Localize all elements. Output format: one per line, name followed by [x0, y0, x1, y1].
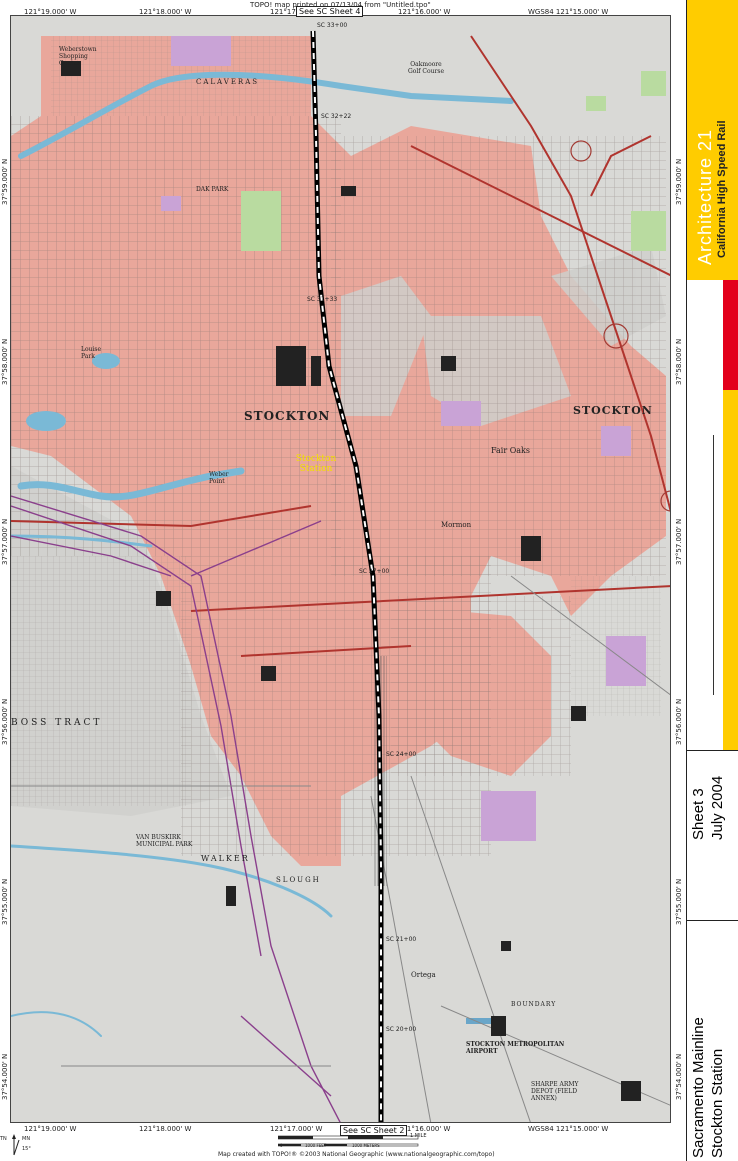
coord-left-1: 37°59.000' N	[1, 158, 9, 205]
label-ortega: Ortega	[411, 971, 436, 979]
coord-left-2: 37°58.000' N	[1, 338, 9, 385]
label-airport: STOCKTON METROPOLITAN AIRPORT	[466, 1041, 565, 1055]
label-walker: WALKER	[201, 854, 250, 863]
label-shopping: Weberstown Shopping Center	[59, 46, 97, 67]
label-calaveras: CALAVERAS	[196, 78, 260, 86]
label-city-east: STOCKTON	[573, 404, 653, 417]
coord-right-6: 37°54.000' N	[675, 1053, 683, 1100]
coord-right-4: 37°56.000' N	[675, 698, 683, 745]
coord-left-4: 37°56.000' N	[1, 698, 9, 745]
label-station: Stockton Station	[295, 454, 337, 474]
label-boundary: BOUNDARY	[511, 1001, 557, 1008]
label-slough: SLOUGH	[276, 876, 321, 884]
scale-zero: 0	[280, 1143, 283, 1148]
coord-right-1: 37°59.000' N	[675, 158, 683, 205]
accent-red-stripe	[723, 280, 738, 390]
brand-architecture: Architecture 21	[695, 128, 715, 265]
station-marker: SC 21+00	[386, 936, 417, 943]
label-oakmoore: Oakmoore Golf Course	[407, 61, 445, 75]
title-block: Architecture 21 California High Speed Ra…	[686, 0, 738, 1161]
scale-mile: 1 MILE	[410, 1133, 427, 1139]
coord-left-3: 37°57.000' N	[1, 518, 9, 565]
label-fair-oaks: Fair Oaks	[491, 446, 530, 455]
scale-meters: 1000 METERS	[352, 1143, 380, 1148]
topo-map[interactable]: STOCKTON STOCKTON Stockton Station Fair …	[10, 15, 671, 1123]
station-marker: SC 20+00	[386, 1026, 417, 1033]
coord-bottom-2: 121°18.000' W	[139, 1125, 192, 1133]
title-line-1: Sacramento Mainline	[690, 1017, 707, 1158]
coord-right-2: 37°58.000' N	[675, 338, 683, 385]
declination: 15°	[22, 1146, 31, 1152]
north-tn: TN	[0, 1136, 7, 1142]
label-mormon: Mormon	[441, 521, 472, 529]
coord-bottom-5: WGS84 121°15.000' W	[528, 1125, 609, 1133]
label-sharpe: SHARPE ARMY DEPOT (FIELD ANNEX)	[531, 1081, 579, 1102]
map-canvas	[11, 30, 670, 1122]
label-van-buskirk: VAN BUSKIRK MUNICIPAL PARK	[136, 834, 193, 848]
scale-feet: 1000 FEET	[305, 1143, 327, 1148]
accent-yellow-stripe	[723, 390, 738, 750]
coord-bottom-3: 121°17.000' W	[270, 1125, 323, 1133]
sheet-date: July 2004	[709, 775, 726, 840]
sheet-ref-top[interactable]: See SC Sheet 4	[296, 6, 364, 17]
station-marker: SC 33+00	[317, 22, 348, 29]
station-marker: SC 32+22	[321, 113, 352, 120]
label-boss-tract: BOSS TRACT	[11, 718, 103, 728]
sheet-number: Sheet 3	[690, 788, 707, 840]
coord-left-6: 37°54.000' N	[1, 1053, 9, 1100]
station-marker: SC 31+33	[307, 296, 338, 303]
label-dak-park: DAK PARK	[196, 186, 229, 193]
coord-right-5: 37°55.000' N	[675, 878, 683, 925]
coord-right-3: 37°57.000' N	[675, 518, 683, 565]
label-weber-point: Weber Point	[209, 471, 229, 485]
station-marker: SC 27+00	[359, 568, 390, 575]
scale-bar	[277, 1133, 428, 1151]
label-louise-park: Louise Park	[81, 346, 102, 360]
north-mn: MN	[22, 1136, 31, 1142]
label-city: STOCKTON	[244, 409, 331, 423]
coord-left-5: 37°55.000' N	[1, 878, 9, 925]
station-marker: SC 24+00	[386, 751, 417, 758]
coord-bottom-1: 121°19.000' W	[24, 1125, 77, 1133]
project-name: California High Speed Rail	[716, 120, 728, 258]
footer-credit: Map created with TOPO!® ©2003 National G…	[218, 1151, 495, 1158]
title-line-2: Stockton Station	[709, 1048, 726, 1158]
